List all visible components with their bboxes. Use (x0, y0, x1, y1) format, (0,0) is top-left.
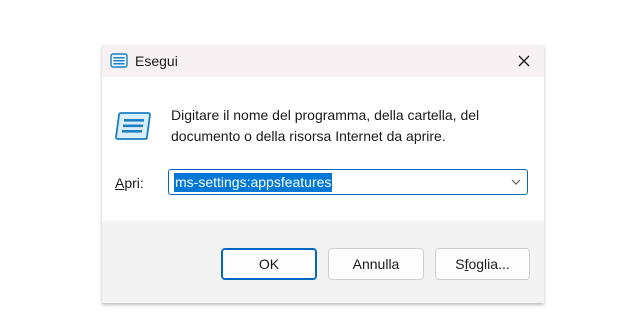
window-title: Esegui (135, 53, 178, 69)
title-bar[interactable]: Esegui (102, 45, 544, 77)
open-label: Apri: (115, 175, 144, 191)
dialog-content: Digitare il nome del programma, della ca… (102, 77, 544, 221)
ok-button[interactable]: OK (221, 248, 317, 280)
close-button[interactable] (512, 49, 536, 73)
browse-label-before: S (455, 256, 465, 272)
run-dialog: Esegui Digitare il nome del programma, d… (102, 45, 544, 303)
chevron-down-icon[interactable] (511, 178, 521, 186)
run-description: Digitare il nome del programma, della ca… (171, 107, 480, 144)
run-app-icon (110, 53, 128, 68)
browse-label-after: oglia... (468, 256, 510, 272)
screenshot-page: Esegui Digitare il nome del programma, d… (0, 0, 640, 333)
open-input-value[interactable]: ms-settings:appsfeatures (174, 173, 333, 192)
close-icon (518, 55, 530, 67)
open-combobox[interactable]: ms-settings:appsfeatures (168, 169, 528, 195)
run-app-icon (115, 112, 151, 140)
cancel-button[interactable]: Annulla (328, 248, 424, 280)
button-bar: OK Annulla Sfoglia... (102, 221, 544, 303)
open-label-mnemonic: A (115, 175, 125, 191)
browse-button[interactable]: Sfoglia... (435, 248, 530, 280)
open-label-rest: pri: (124, 175, 144, 191)
